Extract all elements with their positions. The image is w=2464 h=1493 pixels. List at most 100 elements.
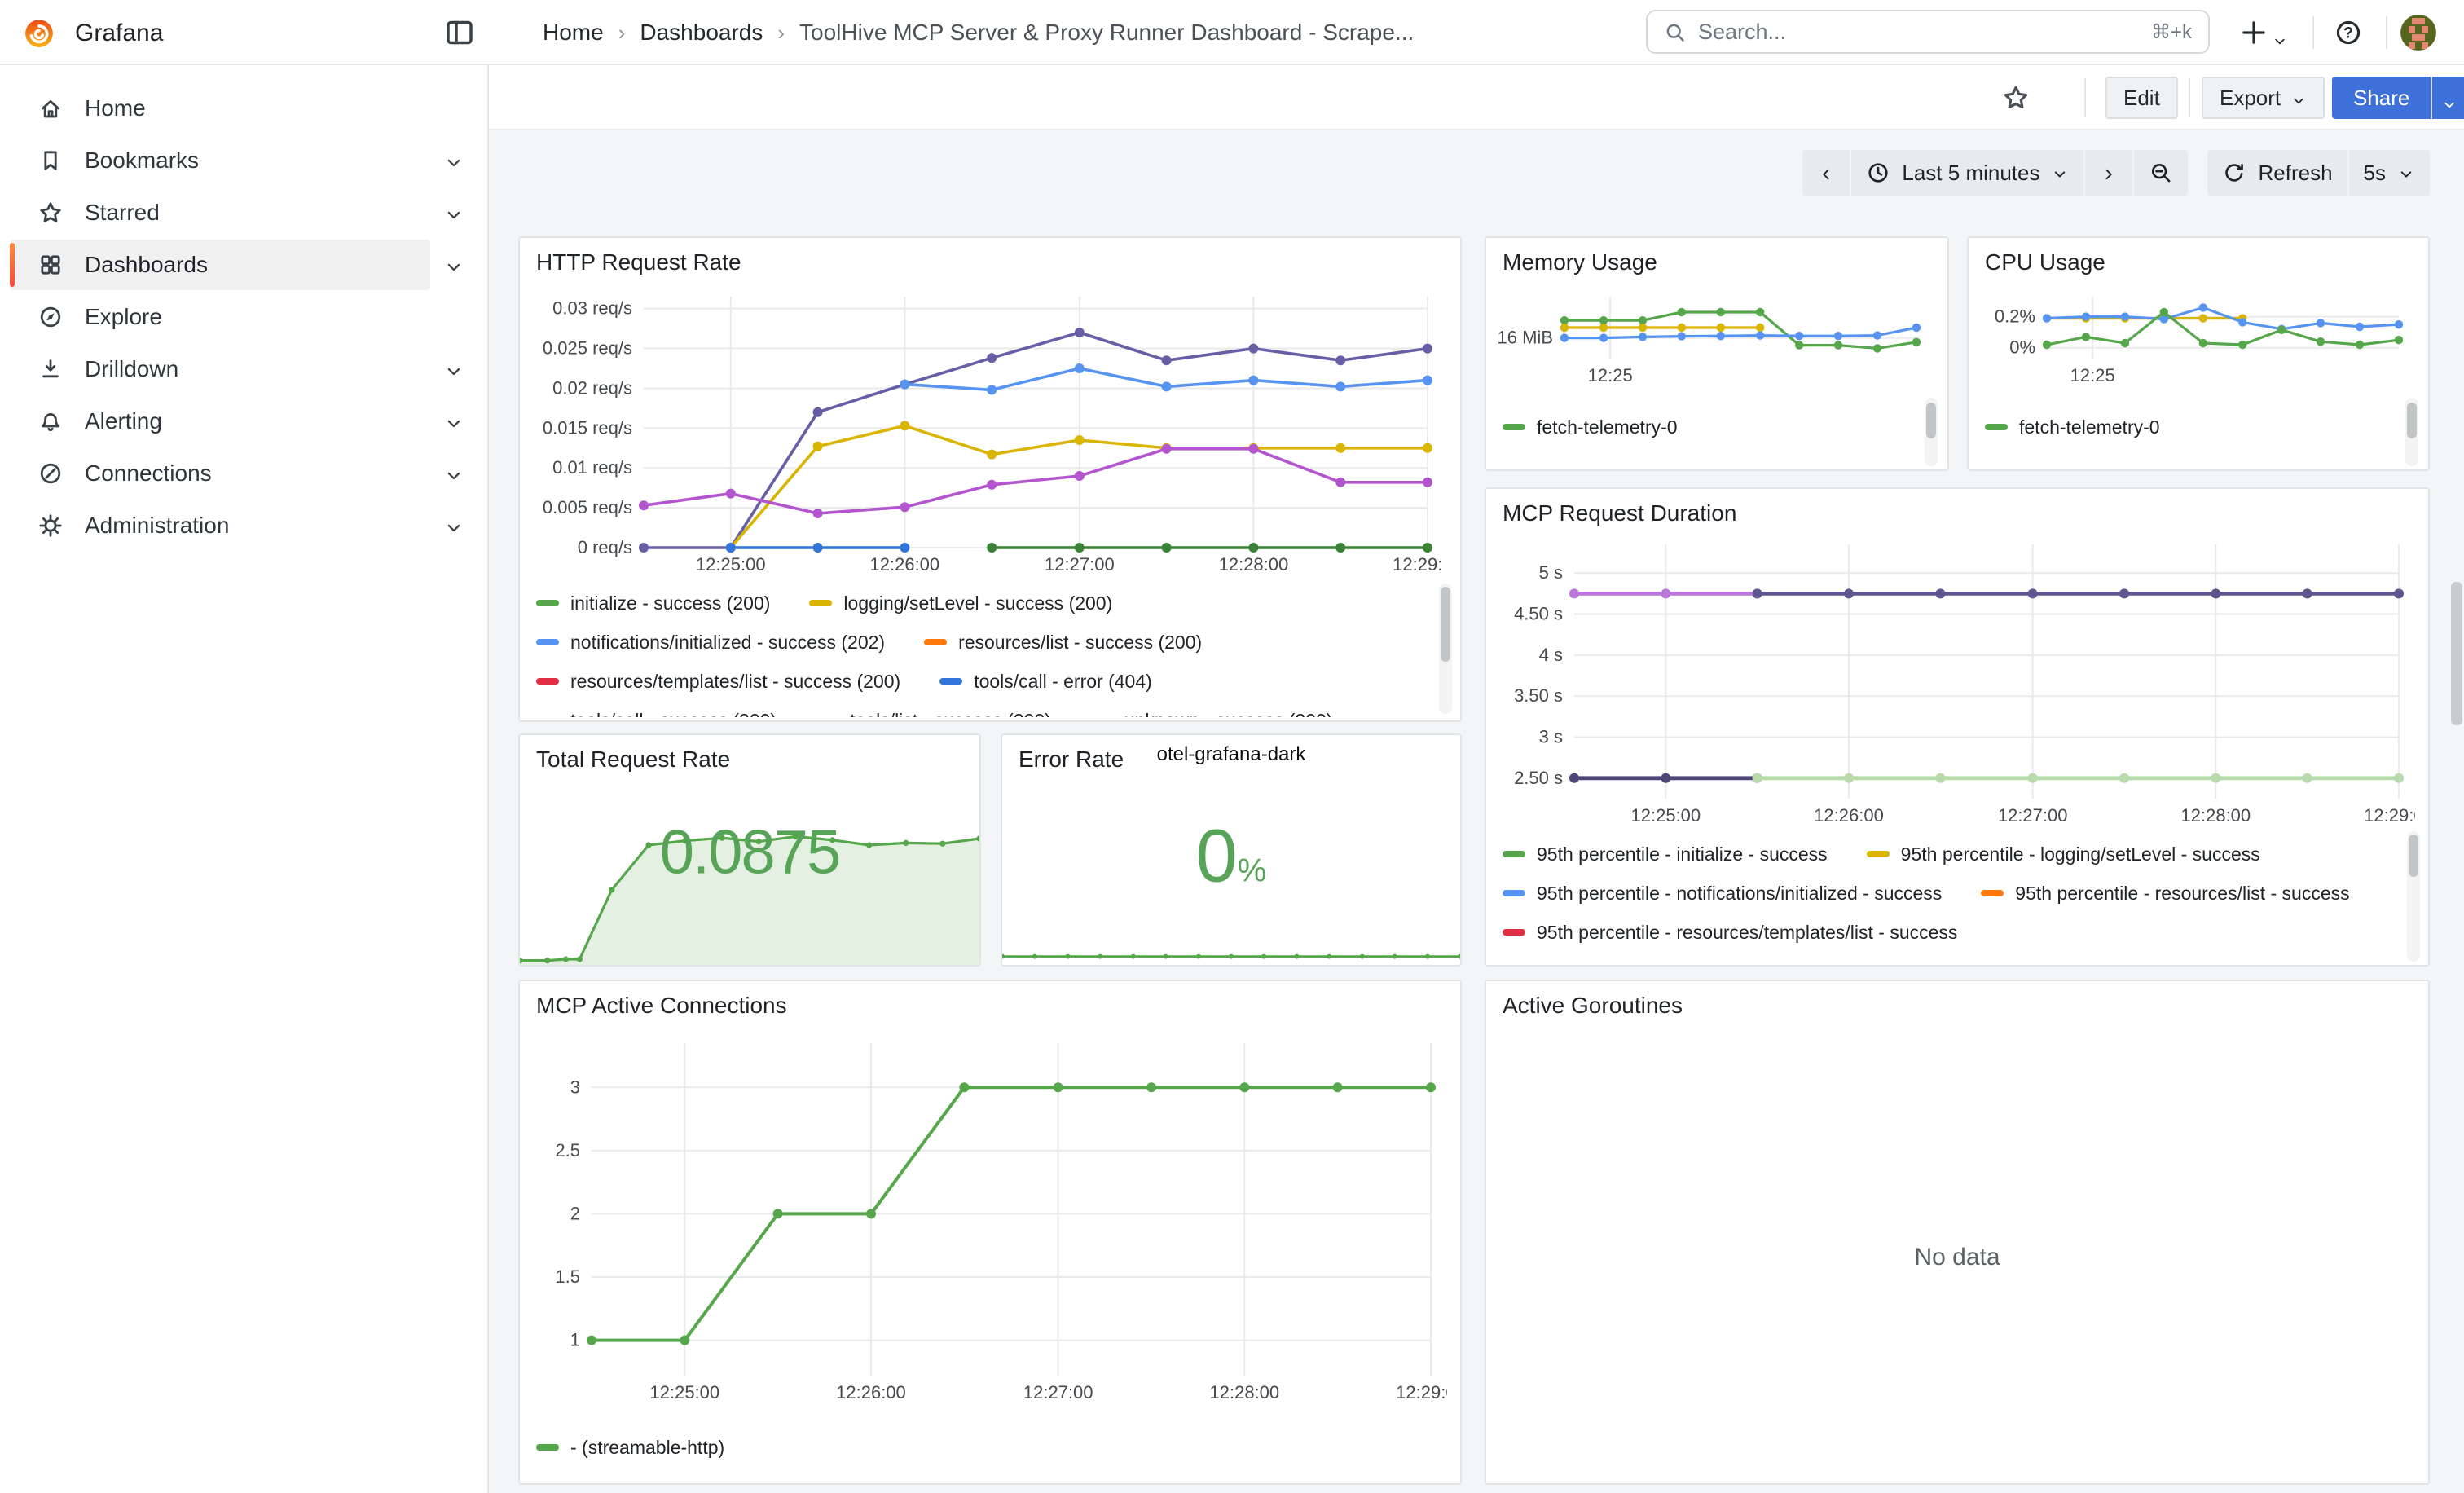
sidebar-link-alerting[interactable]: Alerting (10, 396, 430, 447)
topbar-divider (2386, 16, 2387, 49)
help-icon[interactable]: ? (2334, 18, 2363, 47)
legend-item[interactable]: tools/call - error (404) (939, 662, 1152, 701)
legend-item[interactable]: 95th percentile - resources/list - succe… (1981, 874, 2349, 913)
sidebar-link-explore[interactable]: Explore (10, 292, 430, 342)
legend-scrollbar-thumb[interactable] (2409, 835, 2418, 877)
legend-item[interactable]: initialize - success (200) (536, 584, 770, 623)
zoom-out-button[interactable] (2134, 150, 2188, 196)
favorite-star-icon[interactable] (2001, 83, 2031, 112)
user-avatar[interactable] (2400, 15, 2436, 51)
legend-item[interactable]: logging/setLevel - success (200) (809, 584, 1112, 623)
svg-text:12:29:00: 12:29:00 (2364, 805, 2415, 826)
sidebar-link-drilldown[interactable]: Drilldown (10, 344, 430, 394)
time-range-picker[interactable]: Last 5 minutes (1851, 150, 2083, 196)
page-scrollbar-thumb[interactable] (2451, 582, 2462, 725)
chevron-down-icon[interactable] (443, 515, 464, 536)
legend-swatch (1503, 851, 1525, 857)
svg-text:16 MiB: 16 MiB (1498, 328, 1553, 348)
legend-item[interactable]: tools/list - success (200) (816, 701, 1051, 717)
mcp-active-connections-chart[interactable]: 32.521.5112:25:0012:26:0012:27:0012:28:0… (533, 1030, 1447, 1415)
mcp-request-duration-chart[interactable]: 5 s4.50 s4 s3.50 s3 s2.50 s12:25:0012:26… (1499, 535, 2415, 831)
chevron-down-icon[interactable] (443, 202, 464, 223)
legend-item[interactable]: unknown - success (200) (1090, 701, 1333, 717)
sidebar-link-connections[interactable]: Connections (10, 448, 430, 499)
http-request-rate-chart[interactable]: 0 req/s0.005 req/s0.01 req/s0.015 req/s0… (533, 287, 1441, 580)
svg-text:1: 1 (570, 1330, 580, 1350)
sidebar-item-alerting: Alerting (10, 396, 474, 447)
sidebar-link-administration[interactable]: Administration (10, 500, 430, 551)
chevron-down-icon[interactable] (443, 463, 464, 484)
sidebar-item-explore: Explore (10, 292, 474, 342)
stat-value: 0% (1196, 814, 1267, 900)
share-button[interactable]: Share (2332, 77, 2432, 119)
breadcrumb-item[interactable]: Dashboards (640, 20, 763, 46)
legend: - (streamable-http) (536, 1428, 1416, 1473)
chevron-down-icon (2290, 90, 2307, 106)
time-shift-back-button[interactable] (1802, 150, 1850, 196)
svg-text:1.5: 1.5 (555, 1266, 580, 1287)
legend: fetch-telemetry-0 (1503, 407, 1894, 456)
chevron-down-icon[interactable] (443, 150, 464, 171)
sidebar-item-dashboards: Dashboards (10, 240, 474, 290)
breadcrumb-item[interactable]: Home (543, 20, 604, 46)
cpu-usage-chart[interactable]: 0.2%0%12:25 (1978, 290, 2409, 385)
svg-text:3 s: 3 s (1539, 727, 1563, 747)
add-chevron-down-icon[interactable] (2272, 26, 2288, 42)
time-shift-forward-button[interactable] (2085, 150, 2132, 196)
search-input[interactable] (1698, 20, 2140, 45)
grafana-logo-icon[interactable] (21, 15, 57, 51)
breadcrumb-separator: › (618, 20, 626, 46)
stat-value: 0.0875 (660, 817, 839, 887)
legend-scrollbar-thumb[interactable] (2407, 403, 2417, 438)
legend-scrollbar-thumb[interactable] (1441, 587, 1450, 662)
dashboard-canvas: Last 5 minutes Refresh 5s HTTP Request R… (489, 130, 2464, 1493)
chevron-down-icon[interactable] (443, 254, 464, 275)
legend-item[interactable]: 95th percentile - logging/setLevel - suc… (1867, 835, 2260, 874)
sidebar-link-starred[interactable]: Starred (10, 187, 430, 238)
edit-button[interactable]: Edit (2105, 77, 2178, 119)
home-icon (37, 95, 64, 121)
panel-active-goroutines: Active Goroutines No data (1485, 980, 2430, 1485)
sidebar-item-home: Home (10, 83, 474, 134)
legend-item[interactable]: 95th percentile - resources/templates/li… (1503, 913, 1957, 952)
legend-item[interactable]: resources/list - success (200) (924, 623, 1202, 662)
search-box[interactable]: ⌘+k (1646, 10, 2210, 54)
refresh-button[interactable]: Refresh (2207, 150, 2347, 196)
legend-swatch (809, 600, 832, 606)
sidebar-link-home[interactable]: Home (10, 83, 430, 134)
breadcrumb-item: ToolHive MCP Server & Proxy Runner Dashb… (799, 20, 1414, 46)
legend-swatch (924, 639, 947, 645)
zoom-out-icon (2149, 161, 2173, 185)
add-button[interactable] (2239, 18, 2268, 47)
search-shortcut: ⌘+k (2151, 20, 2192, 44)
legend-scrollbar-thumb[interactable] (1926, 403, 1936, 438)
apps-icon (37, 252, 64, 278)
sidebar-item-drilldown: Drilldown (10, 344, 474, 394)
export-button[interactable]: Export (2202, 77, 2325, 119)
chevron-down-icon[interactable] (443, 359, 464, 380)
refresh-interval-picker[interactable]: 5s (2349, 150, 2430, 196)
search-icon (1664, 20, 1687, 43)
legend-item[interactable]: resources/templates/list - success (200) (536, 662, 900, 701)
legend-item[interactable]: 95th percentile - notifications/initiali… (1503, 874, 1942, 913)
memory-usage-chart[interactable]: 16 MiB12:25 (1496, 290, 1926, 385)
svg-text:?: ? (2343, 25, 2353, 42)
legend-item[interactable]: - (streamable-http) (536, 1428, 724, 1467)
legend-swatch (536, 1444, 559, 1451)
legend-item[interactable]: tools/call - success (200) (536, 701, 777, 717)
legend-item[interactable]: 95th percentile - initialize - success (1503, 835, 1828, 874)
svg-text:4 s: 4 s (1539, 645, 1563, 665)
legend-item[interactable]: fetch-telemetry-0 (1985, 407, 2160, 447)
sidebar-link-dashboards[interactable]: Dashboards (10, 240, 430, 290)
legend-swatch (1867, 851, 1890, 857)
legend-item[interactable]: notifications/initialized - success (202… (536, 623, 885, 662)
svg-text:12:29:00: 12:29:00 (1393, 554, 1441, 575)
legend-item[interactable]: fetch-telemetry-0 (1503, 407, 1678, 447)
chevron-down-icon[interactable] (443, 411, 464, 432)
svg-text:12:27:00: 12:27:00 (1023, 1382, 1093, 1403)
share-chevron-button[interactable] (2432, 77, 2464, 119)
sidebar-link-bookmarks[interactable]: Bookmarks (10, 135, 430, 186)
collapse-sidebar-icon[interactable] (443, 16, 476, 49)
svg-text:12:28:00: 12:28:00 (1210, 1382, 1280, 1403)
share-split-button: Share (2332, 77, 2464, 119)
